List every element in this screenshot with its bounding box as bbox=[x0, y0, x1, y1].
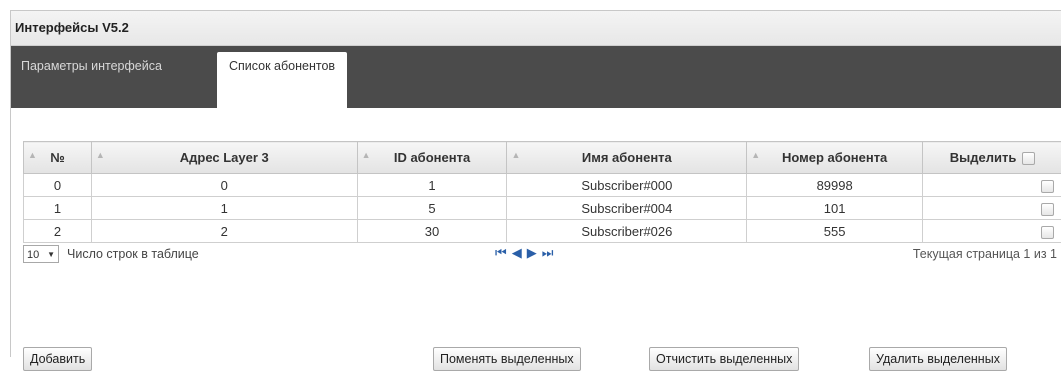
cell-subscriber-number: 101 bbox=[747, 197, 923, 220]
next-page-icon[interactable]: ▶ bbox=[527, 245, 542, 260]
dropdown-arrow-icon: ▼ bbox=[47, 246, 55, 264]
cell-subscriber-id: 30 bbox=[357, 220, 507, 243]
cell-subscriber-id: 5 bbox=[357, 197, 507, 220]
column-header-subscriber-id[interactable]: ▲ID абонента bbox=[357, 142, 507, 174]
sort-icon: ▲ bbox=[96, 150, 105, 160]
cell-subscriber-number: 89998 bbox=[747, 174, 923, 197]
tab-bar: Параметры интерфейса Список абонентов bbox=[11, 46, 1061, 108]
cell-number: 2 bbox=[24, 220, 92, 243]
change-selected-button[interactable]: Поменять выделенных bbox=[433, 347, 581, 371]
pagination-bar: 10▼ Число строк в таблице ⏮◀▶⏭ Текущая с… bbox=[23, 245, 1061, 267]
cell-layer3-address: 2 bbox=[91, 220, 357, 243]
cell-number: 1 bbox=[24, 197, 92, 220]
prev-page-icon[interactable]: ◀ bbox=[512, 245, 527, 260]
add-button[interactable]: Добавить bbox=[23, 347, 92, 371]
subscriber-table: ▲№ ▲Адрес Layer 3 ▲ID абонента ▲Имя абон… bbox=[23, 141, 1061, 243]
column-header-subscriber-name[interactable]: ▲Имя абонента bbox=[507, 142, 747, 174]
cell-subscriber-name: Subscriber#000 bbox=[507, 174, 747, 197]
row-select-checkbox[interactable] bbox=[1041, 203, 1054, 216]
table-row[interactable]: 1 1 5 Subscriber#004 101 bbox=[24, 197, 1061, 220]
cell-number: 0 bbox=[24, 174, 92, 197]
table-header-row: ▲№ ▲Адрес Layer 3 ▲ID абонента ▲Имя абон… bbox=[24, 142, 1061, 174]
tab-interface-parameters[interactable]: Параметры интерфейса bbox=[13, 52, 170, 99]
tab-subscriber-list[interactable]: Список абонентов bbox=[217, 52, 347, 108]
sort-icon: ▲ bbox=[362, 150, 371, 160]
column-header-number[interactable]: ▲№ bbox=[24, 142, 92, 174]
clear-selected-button[interactable]: Отчистить выделенных bbox=[649, 347, 799, 371]
table-row[interactable]: 0 0 1 Subscriber#000 89998 bbox=[24, 174, 1061, 197]
cell-layer3-address: 0 bbox=[91, 174, 357, 197]
sort-icon: ▲ bbox=[511, 150, 520, 160]
page-navigation: ⏮◀▶⏭ bbox=[495, 245, 558, 261]
cell-layer3-address: 1 bbox=[91, 197, 357, 220]
page-info: Текущая страница 1 из 1 bbox=[913, 247, 1057, 261]
table-row[interactable]: 2 2 30 Subscriber#026 555 bbox=[24, 220, 1061, 243]
cell-select bbox=[923, 220, 1061, 243]
cell-select bbox=[923, 174, 1061, 197]
row-select-checkbox[interactable] bbox=[1041, 226, 1054, 239]
cell-select bbox=[923, 197, 1061, 220]
row-select-checkbox[interactable] bbox=[1041, 180, 1054, 193]
column-header-subscriber-number[interactable]: ▲Номер абонента bbox=[747, 142, 923, 174]
cell-subscriber-name: Subscriber#026 bbox=[507, 220, 747, 243]
cell-subscriber-number: 555 bbox=[747, 220, 923, 243]
rows-per-page-label: Число строк в таблице bbox=[67, 247, 199, 261]
interfaces-window: Интерфейсы V5.2 Параметры интерфейса Спи… bbox=[10, 10, 1061, 357]
window-title: Интерфейсы V5.2 bbox=[11, 11, 1061, 46]
column-header-select: Выделить bbox=[923, 142, 1061, 174]
cell-subscriber-id: 1 bbox=[357, 174, 507, 197]
select-all-checkbox[interactable] bbox=[1022, 152, 1035, 165]
column-header-layer3-address[interactable]: ▲Адрес Layer 3 bbox=[91, 142, 357, 174]
last-page-icon[interactable]: ⏭ bbox=[542, 245, 559, 260]
sort-icon: ▲ bbox=[751, 150, 760, 160]
first-page-icon[interactable]: ⏮ bbox=[495, 245, 512, 260]
cell-subscriber-name: Subscriber#004 bbox=[507, 197, 747, 220]
rows-per-page-select[interactable]: 10▼ bbox=[23, 245, 59, 263]
sort-icon: ▲ bbox=[28, 150, 37, 160]
delete-selected-button[interactable]: Удалить выделенных bbox=[869, 347, 1007, 371]
